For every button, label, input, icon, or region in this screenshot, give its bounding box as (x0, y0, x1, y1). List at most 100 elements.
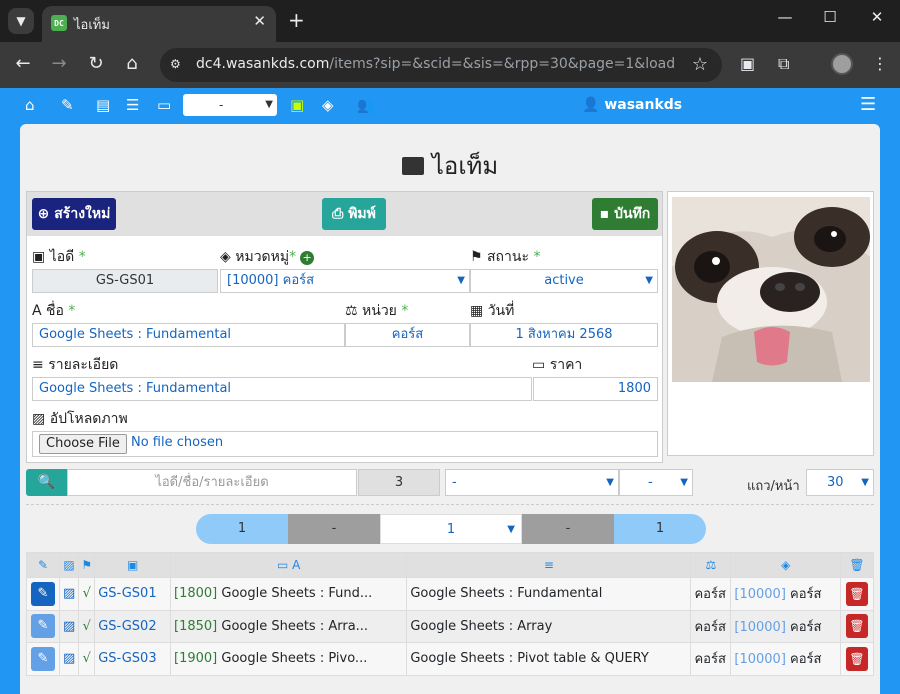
edit-row-button[interactable]: ✎ (30, 614, 55, 639)
browser-tabbar: ▼ DC ไอเท็ม ✕ + — ☐ ✕ (0, 0, 900, 42)
bookmark-star-icon[interactable]: ☆ (692, 54, 708, 75)
chevron-down-icon: ▼ (606, 477, 614, 488)
table-row: ✎ ▨ √ GS-GS03 [1900] Google Sheets : Piv… (26, 642, 874, 676)
detail-field[interactable]: Google Sheets : Fundamental (32, 377, 532, 401)
id-field[interactable]: GS-GS01 (32, 269, 218, 293)
save-label: บันทึก (614, 206, 651, 222)
edit-row-button[interactable]: ✎ (30, 646, 55, 671)
unit-label-text: หน่วย (362, 303, 397, 319)
layers-nav-icon[interactable]: ◈ (322, 96, 334, 114)
search-input[interactable]: ไอดี/ชื่อ/รายละเอียด (67, 469, 357, 496)
delete-cell: 🗑 (840, 609, 874, 643)
item-form: ⊕ สร้างใหม่ ⎙ พิมพ์ ▪ บันทึก ▣ ไอดี * ◈ … (26, 191, 663, 463)
col-category-icon: ◈ (730, 552, 842, 578)
row-category-name: คอร์ส (790, 587, 822, 603)
nav-user[interactable]: 👤 wasankds (582, 97, 682, 113)
image-icon[interactable]: ▨ (63, 651, 75, 666)
chevron-down-icon: ▼ (680, 477, 688, 488)
home-icon[interactable]: ⌂ (119, 52, 145, 76)
close-tab-icon[interactable]: ✕ (253, 12, 266, 30)
delete-row-button[interactable]: 🗑 (846, 646, 869, 671)
browser-tab[interactable]: DC ไอเท็ม ✕ (42, 6, 276, 42)
url-text[interactable]: dc4.wasankds.com/items?sip=&scid=&sis=&r… (196, 56, 676, 72)
extensions-icon[interactable]: ⧉ (778, 54, 789, 74)
create-new-button[interactable]: ⊕ สร้างใหม่ (32, 198, 116, 230)
window-close-icon[interactable]: ✕ (863, 8, 891, 26)
reload-icon[interactable]: ↻ (83, 52, 109, 76)
name-field[interactable]: Google Sheets : Fundamental (32, 323, 345, 347)
category-select[interactable]: [10000] คอร์ส ▼ (220, 269, 470, 293)
delete-row-button[interactable]: 🗑 (846, 614, 869, 639)
filter-select-2[interactable]: - ▼ (619, 469, 693, 496)
date-field[interactable]: 1 สิงหาคม 2568 (470, 323, 658, 347)
list-doc-nav-icon[interactable]: ☰ (126, 96, 139, 114)
filter-select-1[interactable]: - ▼ (445, 469, 619, 496)
form-toolbar: ⊕ สร้างใหม่ ⎙ พิมพ์ ▪ บันทึก (27, 192, 662, 236)
divider (26, 504, 874, 505)
row-id-link[interactable]: GS-GS01 (98, 586, 156, 601)
save-button[interactable]: ▪ บันทึก (592, 198, 658, 230)
box-nav-icon[interactable]: ▣ (290, 96, 304, 114)
page-prev-button[interactable]: - (288, 514, 380, 544)
date-label-text: วันที่ (487, 303, 515, 319)
flag-icon: ⚑ (470, 249, 483, 265)
tab-list-icon[interactable]: ▼ (8, 8, 34, 34)
unit-field[interactable]: คอร์ส (345, 323, 470, 347)
page-first-button[interactable]: 1 (196, 514, 288, 544)
page-next-button[interactable]: - (522, 514, 614, 544)
page-title-text: ไอเท็ม (431, 152, 499, 180)
print-label: พิมพ์ (348, 206, 376, 222)
home-nav-icon[interactable]: ⌂ (25, 96, 35, 114)
printer-icon: ⎙ (332, 206, 349, 222)
search-icon: 🔍 (37, 474, 56, 490)
create-new-label: สร้างใหม่ (54, 206, 111, 222)
forward-icon[interactable]: → (46, 52, 72, 76)
row-price: [1900] (174, 651, 218, 667)
font-icon: A (32, 303, 42, 319)
page-last-button[interactable]: 1 (614, 514, 706, 544)
nav-select-value: - (219, 98, 224, 112)
delete-row-button[interactable]: 🗑 (846, 581, 869, 606)
new-tab-icon[interactable]: + (288, 8, 305, 32)
page-select[interactable]: 1 ▼ (380, 514, 522, 544)
site-info-icon[interactable]: ⚙ (170, 57, 181, 71)
address-bar[interactable]: ⚙ dc4.wasankds.com/items?sip=&scid=&sis=… (160, 48, 722, 82)
box-icon (401, 157, 424, 175)
col-delete-icon: 🗑 (840, 552, 874, 578)
price-label-text: ราคา (549, 357, 583, 373)
price-field[interactable]: 1800 (533, 377, 658, 401)
cast-icon[interactable]: ▣ (740, 54, 755, 73)
add-category-icon[interactable]: + (300, 251, 315, 265)
minimize-icon[interactable]: — (771, 8, 799, 26)
row-name: Google Sheets : Pivo... (221, 651, 368, 667)
browser-toolbar: ← → ↻ ⌂ ⚙ dc4.wasankds.com/items?sip=&sc… (0, 42, 900, 88)
image-icon[interactable]: ▨ (63, 619, 75, 634)
profile-avatar[interactable] (831, 53, 853, 75)
print-button[interactable]: ⎙ พิมพ์ (322, 198, 386, 230)
document-nav-icon[interactable]: ▤ (96, 96, 110, 114)
status-select[interactable]: active ▼ (470, 269, 658, 293)
edit-doc-nav-icon[interactable]: ✎ (61, 96, 74, 114)
back-icon[interactable]: ← (10, 52, 36, 76)
browser-menu-icon[interactable]: ⋮ (872, 54, 888, 73)
id-label: ▣ ไอดี * (32, 246, 86, 268)
row-id-link[interactable]: GS-GS03 (98, 651, 156, 666)
image-icon[interactable]: ▨ (63, 586, 75, 601)
file-input[interactable]: Choose File No file chosen (32, 431, 658, 457)
maximize-icon[interactable]: ☐ (816, 8, 844, 26)
users-nav-icon[interactable]: 👥 (357, 96, 376, 114)
choose-file-button[interactable]: Choose File (39, 434, 127, 454)
row-id-link[interactable]: GS-GS02 (98, 619, 156, 634)
hamburger-menu-icon[interactable]: ☰ (860, 94, 876, 115)
item-photo (672, 197, 870, 382)
category-cell: [10000] คอร์ส (730, 577, 842, 611)
chevron-down-icon: ▼ (265, 99, 273, 110)
money-nav-icon[interactable]: ▭ (157, 96, 171, 114)
nav-select[interactable]: - ▼ (183, 94, 277, 116)
edit-row-button[interactable]: ✎ (30, 581, 55, 606)
filter-2-value: - (648, 475, 653, 490)
row-detail: Google Sheets : Fundamental (406, 577, 692, 611)
rows-per-page-select[interactable]: 30 ▼ (806, 469, 874, 496)
favicon-icon: DC (51, 15, 67, 31)
search-button[interactable]: 🔍 (26, 469, 67, 496)
